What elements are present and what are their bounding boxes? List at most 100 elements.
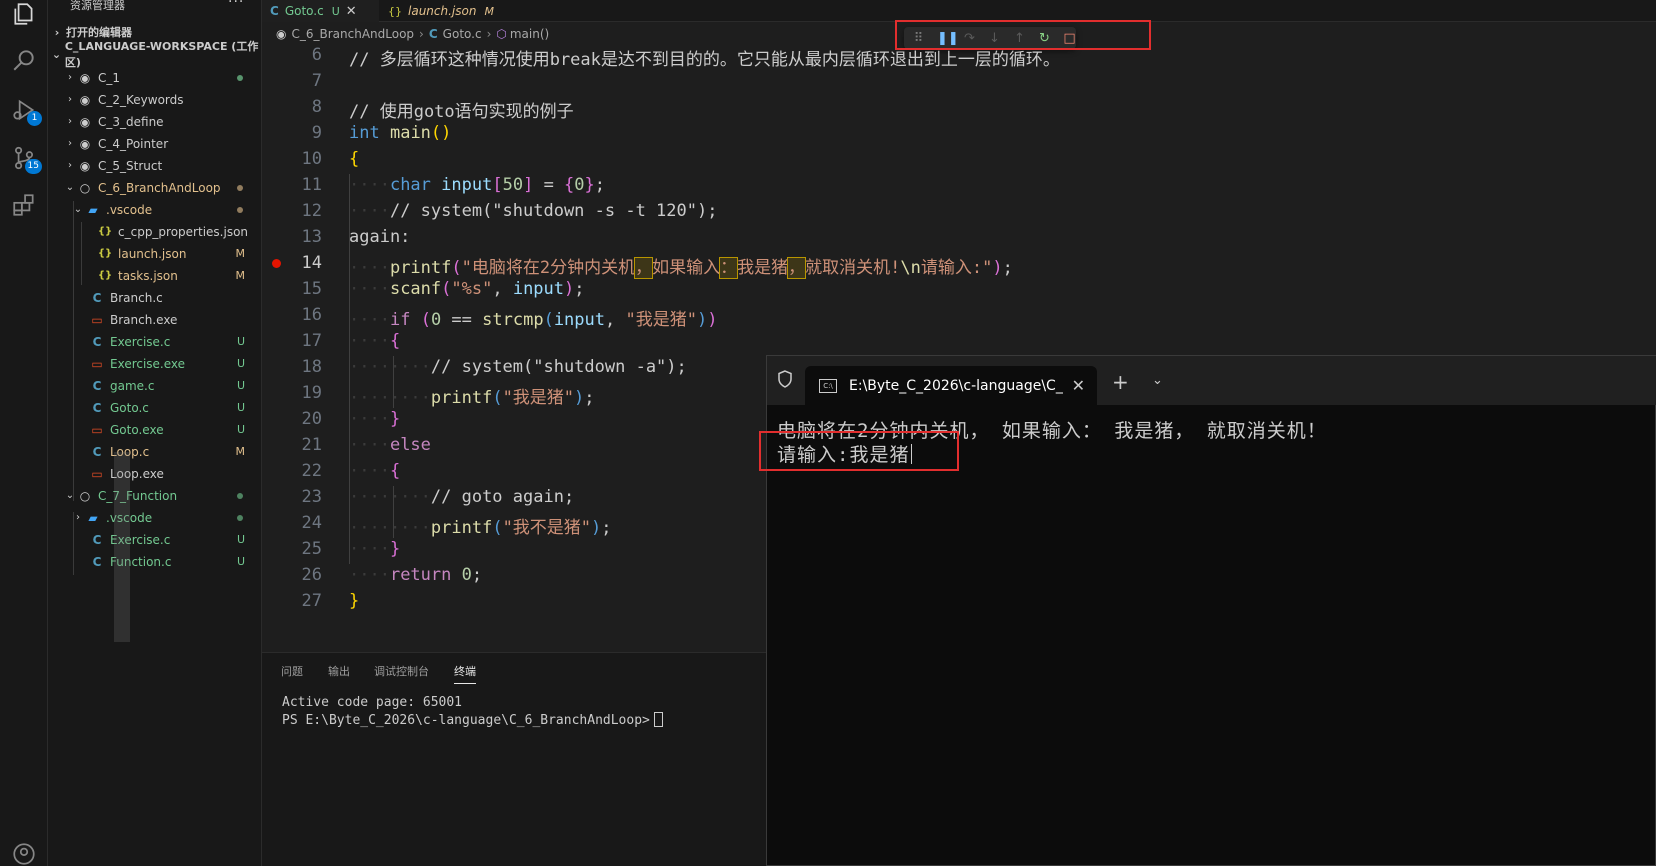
tree-file-c-cpp-properties[interactable]: {} c_cpp_properties.json — [48, 221, 261, 242]
tree-file-branch-c[interactable]: C Branch.c — [48, 287, 261, 308]
repo-folder-icon: ◉ — [79, 92, 91, 107]
c-file-icon: C — [92, 378, 102, 393]
breadcrumb-symbol[interactable]: main() — [510, 27, 549, 41]
code-line-23: ········// goto again; — [349, 487, 575, 507]
terminal-tab[interactable]: C:\ E:\Byte_C_2026\c-language\C_ ✕ — [805, 366, 1097, 405]
git-status-badge: M — [235, 445, 246, 458]
code-line-11: ····char input[50] = {0}; — [349, 175, 606, 195]
code-line-17: ····{ — [349, 331, 401, 351]
code-line-12: ····// system("shutdown -s -t 120"); — [349, 201, 718, 221]
source-control-icon[interactable]: 15 — [0, 136, 48, 180]
tree-folder-c5[interactable]: › ◉ C_5_Struct — [48, 155, 261, 176]
terminal-prompt[interactable]: PS E:\Byte_C_2026\c-language\C_6_BranchA… — [282, 712, 663, 728]
tree-file-loop-exe[interactable]: ▭ Loop.exe — [48, 463, 261, 484]
vscode-folder-icon: ▰ — [88, 202, 98, 217]
code-line-18: ········// system("shutdown -a"); — [349, 357, 687, 377]
tree-folder-c1[interactable]: › ◉ C_1 — [48, 67, 261, 88]
code-line-27: } — [349, 591, 360, 611]
code-line-15: ····scanf("%s", input); — [349, 279, 585, 299]
git-status-badge: M — [235, 247, 246, 260]
close-icon[interactable]: ✕ — [1072, 376, 1085, 395]
more-actions-icon[interactable]: ··· — [228, 0, 244, 10]
exe-file-icon: ▭ — [91, 312, 103, 327]
json-file-icon: {} — [388, 4, 402, 18]
breadcrumb: ◉ C_6_BranchAndLoop › C Goto.c › ⬡ main(… — [276, 24, 549, 44]
workspace-label: C_LANGUAGE-WORKSPACE (工作区) — [64, 40, 259, 69]
tree-folder-c6[interactable]: ⌄ ○ C_6_BranchAndLoop — [48, 177, 261, 198]
status-dot — [237, 206, 243, 213]
search-icon[interactable] — [0, 38, 48, 82]
new-tab-icon[interactable]: + — [1112, 370, 1129, 394]
tree-folder-c7[interactable]: ⌄ ○ C_7_Function — [48, 485, 261, 506]
tree-file-branch-exe[interactable]: ▭ Branch.exe — [48, 309, 261, 330]
tab-launch-json[interactable]: {} launch.json M — [380, 0, 530, 22]
tree-folder-c2[interactable]: › ◉ C_2_Keywords — [48, 89, 261, 110]
explorer-sidebar: 资源管理器 ··· › 打开的编辑器 ⌄ C_LANGUAGE-WORKSPAC… — [48, 0, 262, 866]
chevron-down-icon: ⌄ — [73, 204, 83, 215]
chevron-right-icon: › — [68, 160, 72, 171]
tree-file-exercise-exe[interactable]: ▭ Exercise.exe U — [48, 353, 261, 374]
code-line-19: ········printf("我是猪"); — [349, 388, 595, 408]
tree-file-tasks-json[interactable]: {} tasks.json M — [48, 265, 261, 286]
tree-file-goto-exe[interactable]: ▭ Goto.exe U — [48, 419, 261, 440]
git-status-badge: U — [236, 401, 245, 414]
tree-folder-c4[interactable]: › ◉ C_4_Pointer — [48, 133, 261, 154]
git-status-badge: U — [236, 357, 245, 370]
workspace-section[interactable]: ⌄ C_LANGUAGE-WORKSPACE (工作区) — [48, 40, 261, 69]
activity-bar: 1 15 — [0, 0, 48, 866]
status-dot — [237, 492, 243, 499]
status-dot — [237, 74, 243, 81]
code-line-16: ····if (0 == strcmp(input, "我是猪")) — [349, 310, 718, 330]
code-line-8: // 使用goto语句实现的例子 — [349, 102, 574, 122]
explorer-icon[interactable] — [0, 0, 48, 36]
json-file-icon: {} — [97, 270, 113, 281]
tab-goto-c[interactable]: C Goto.c U ✕ — [262, 0, 379, 22]
exe-file-icon: ▭ — [91, 356, 103, 371]
breakpoint-icon[interactable] — [272, 259, 281, 268]
json-file-icon: {} — [97, 226, 113, 237]
close-tab-icon[interactable]: ✕ — [346, 4, 357, 19]
tab-problems[interactable]: 问题 — [281, 663, 303, 679]
tree-file-exercise-c-2[interactable]: C Exercise.c U — [48, 529, 261, 550]
exe-file-icon: ▭ — [91, 466, 103, 481]
chevron-right-icon: › — [68, 138, 72, 149]
git-status-badge: U — [236, 423, 245, 436]
repo-folder-icon: ◉ — [79, 70, 91, 85]
repo-folder-open-icon: ○ — [79, 488, 91, 503]
tree-file-launch-json[interactable]: {} launch.json M — [48, 243, 261, 264]
vscode-folder-icon: ▰ — [88, 510, 98, 525]
tree-file-goto-c[interactable]: C Goto.c U — [48, 397, 261, 418]
tree-folder-vscode[interactable]: ⌄ ▰ .vscode — [48, 199, 261, 220]
chevron-right-icon: › — [486, 27, 492, 41]
chevron-down-icon: ⌄ — [51, 47, 62, 61]
tree-file-game-c[interactable]: C game.c U — [48, 375, 261, 396]
extensions-icon[interactable] — [0, 183, 48, 227]
tree-file-function-c[interactable]: C Function.c U — [48, 551, 261, 572]
c-file-icon: C — [92, 444, 102, 459]
function-symbol-icon: ⬡ — [496, 27, 507, 41]
tab-terminal[interactable]: 终端 — [454, 663, 476, 684]
git-status-badge: M — [235, 269, 246, 282]
breadcrumb-folder[interactable]: C_6_BranchAndLoop — [291, 27, 414, 41]
git-status-badge: U — [236, 555, 245, 568]
tab-output[interactable]: 输出 — [328, 663, 350, 679]
account-icon[interactable] — [0, 832, 48, 866]
tab-debug-console[interactable]: 调试控制台 — [374, 663, 429, 679]
repo-folder-icon: ◉ — [79, 158, 91, 173]
editor-tabs: C Goto.c U ✕ {} launch.json M — [262, 0, 1656, 22]
tree-folder-c3[interactable]: › ◉ C_3_define — [48, 111, 261, 132]
tree-folder-vscode-2[interactable]: › ▰ .vscode — [48, 507, 261, 528]
tree-file-exercise-c[interactable]: C Exercise.c U — [48, 331, 261, 352]
chevron-right-icon: › — [76, 512, 80, 523]
breadcrumb-file[interactable]: Goto.c — [443, 27, 482, 41]
sidebar-scrollbar[interactable] — [114, 452, 130, 642]
chevron-down-icon[interactable]: ⌄ — [1152, 373, 1163, 388]
c-file-icon: C — [92, 532, 102, 547]
code-line-21: ····else — [349, 435, 431, 455]
chevron-right-icon: › — [68, 116, 72, 127]
git-status-badge: U — [236, 335, 245, 348]
c-file-icon: C — [92, 334, 102, 349]
code-line-24: ········printf("我不是猪"); — [349, 518, 612, 538]
tree-file-loop-c[interactable]: C Loop.c M — [48, 441, 261, 462]
run-debug-icon[interactable]: 1 — [0, 88, 48, 132]
